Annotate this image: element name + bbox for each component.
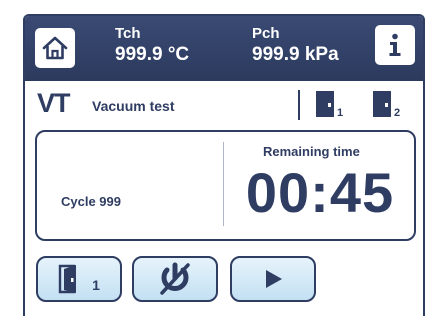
door-closed-icon <box>373 91 391 117</box>
open-door-button[interactable]: 1 <box>36 256 122 302</box>
cycle-panel: Cycle 999 Remaining time 00:45 <box>35 130 416 241</box>
door-closed-icon <box>316 91 334 117</box>
cancel-cycle-icon <box>160 262 190 295</box>
door-2-status: 2 <box>372 89 400 119</box>
home-button[interactable] <box>35 28 75 68</box>
door-1-status: 1 <box>315 89 343 119</box>
pch-label: Pch <box>252 25 280 42</box>
cycle-label: Cycle 999 <box>61 194 121 209</box>
divider <box>298 90 300 120</box>
play-icon <box>266 270 282 288</box>
tch-value: 999.9 °C <box>115 44 190 65</box>
remaining-time-label: Remaining time <box>263 144 360 159</box>
mode-name: Vacuum test <box>92 98 175 114</box>
panel-divider <box>223 142 224 226</box>
info-icon <box>389 33 401 56</box>
mode-row: VT Vacuum test 1 2 <box>25 86 423 126</box>
remaining-time-value: 00:45 <box>245 161 395 224</box>
status-bar: Tch 999.9 °C Pch 999.9 kPa <box>25 16 423 81</box>
chamber-temperature: Tch 999.9 °C <box>115 25 189 66</box>
door-1-number: 1 <box>337 107 344 119</box>
mode-code: VT <box>37 88 71 118</box>
door-number: 1 <box>92 277 100 293</box>
tch-label: Tch <box>115 25 141 42</box>
pch-value: 999.9 kPa <box>252 44 339 65</box>
cancel-cycle-button[interactable] <box>132 256 218 302</box>
door-2-number: 2 <box>394 107 401 119</box>
device-screen: Tch 999.9 °C Pch 999.9 kPa VT Vacuum tes… <box>23 14 425 316</box>
home-icon <box>42 36 68 60</box>
door-open-icon <box>58 264 77 294</box>
info-button[interactable] <box>375 25 415 65</box>
start-button[interactable] <box>230 256 316 302</box>
chamber-pressure: Pch 999.9 kPa <box>252 25 339 66</box>
